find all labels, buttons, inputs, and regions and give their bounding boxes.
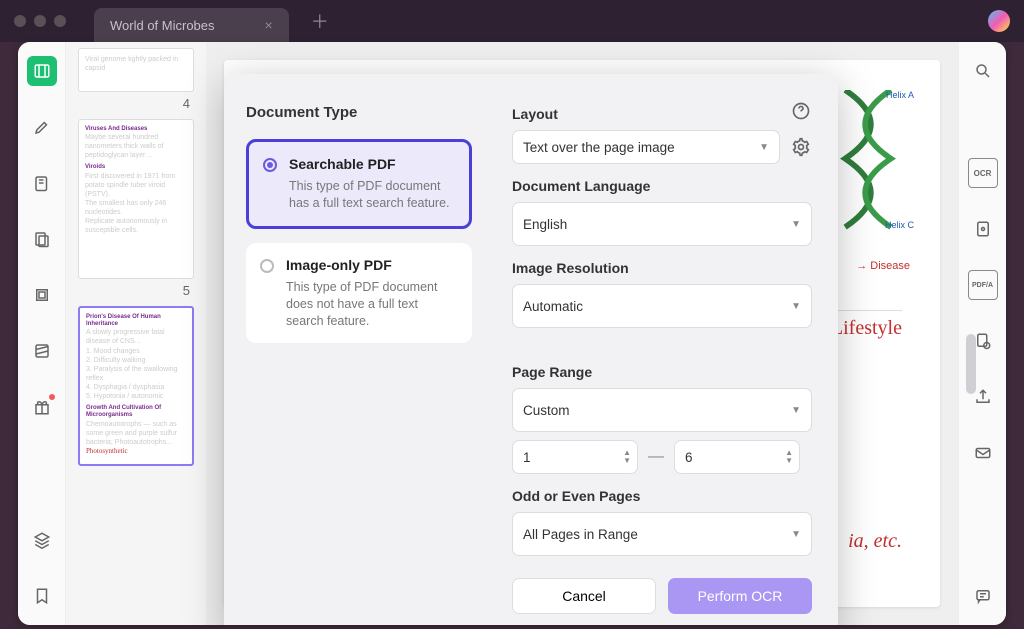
annotation-disease: → Disease [856,260,910,272]
odd-even-select[interactable]: All Pages in Range ▼ [512,512,812,556]
page-thumbnail-current[interactable]: Prion's Disease Of Human Inheritance A s… [78,306,194,466]
comment-icon[interactable] [968,581,998,611]
stepper-icon[interactable]: ▲▼ [785,449,793,465]
doctype-desc: This type of PDF document does not have … [286,279,458,330]
mail-icon[interactable] [968,438,998,468]
help-icon[interactable] [790,100,812,122]
chevron-down-icon: ▼ [759,142,769,153]
stamp-icon[interactable] [27,336,57,366]
library-icon[interactable] [27,56,57,86]
tab-title: World of Microbes [110,18,215,33]
new-tab-button[interactable]: ＋ [311,8,329,34]
document-tab[interactable]: World of Microbes × [94,8,289,42]
helix-label: Helix A [886,90,914,100]
doctype-title: Image-only PDF [286,257,458,273]
select-value: Automatic [523,299,583,314]
left-tool-rail [18,42,66,625]
doctype-image-only-pdf[interactable]: Image-only PDF This type of PDF document… [246,243,472,344]
close-window-button[interactable] [14,15,26,27]
right-tool-rail: OCR PDF/A [958,42,1006,625]
page-from-input[interactable]: 1 ▲▼ [512,440,638,474]
maximize-window-button[interactable] [54,15,66,27]
thumb-heading: Prion's Disease Of Human Inheritance [86,314,186,328]
resolution-select[interactable]: Automatic ▼ [512,284,812,328]
page-range-select[interactable]: Custom ▼ [512,388,812,432]
document-type-heading: Document Type [246,104,472,121]
page-icon[interactable] [968,214,998,244]
layout-label: Layout [512,106,780,122]
select-value: Text over the page image [523,140,675,155]
chevron-down-icon: ▼ [791,529,801,540]
close-tab-icon[interactable]: × [265,17,273,33]
perform-ocr-button[interactable]: Perform OCR [668,578,812,614]
helix-label: Helix C [885,220,914,230]
thumb-subheading: Viroids [85,164,187,171]
layout-select[interactable]: Text over the page image ▼ [512,130,780,164]
page-number-label: 5 [78,281,194,304]
language-select[interactable]: English ▼ [512,202,812,246]
modal-right-pane: Layout Text over the page image ▼ Docume… [494,74,838,625]
range-dash: — [648,448,664,466]
cancel-button[interactable]: Cancel [512,578,656,614]
search-icon[interactable] [968,56,998,86]
select-value: English [523,217,567,232]
language-label: Document Language [512,178,812,194]
titlebar: World of Microbes × ＋ [0,0,1024,42]
chevron-down-icon: ▼ [791,219,801,230]
thumb-text: Viral genome tightly packed in capsid [85,55,187,73]
notification-dot-icon [49,394,55,400]
minimize-window-button[interactable] [34,15,46,27]
pdfa-icon[interactable]: PDF/A [968,270,998,300]
page-thumbnails-panel: Viral genome tightly packed in capsid 4 … [66,42,206,625]
crop-icon[interactable] [27,280,57,310]
gift-icon[interactable] [27,392,57,422]
doctype-title: Searchable PDF [289,156,455,172]
page-thumbnail[interactable]: Viral genome tightly packed in capsid [78,48,194,92]
ocr-options-modal: Document Type Searchable PDF This type o… [224,74,838,625]
doctype-desc: This type of PDF document has a full tex… [289,178,455,212]
bookmark-icon[interactable] [27,581,57,611]
app-window: Viral genome tightly packed in capsid 4 … [18,42,1006,625]
input-value: 6 [685,450,693,465]
resolution-label: Image Resolution [512,260,812,276]
page-thumbnail[interactable]: Viruses And Diseases Maybe several hundr… [78,119,194,279]
radio-icon [260,259,274,273]
layers-icon[interactable] [27,525,57,555]
gear-icon[interactable] [790,136,812,158]
text-annotate-icon[interactable] [27,224,57,254]
highlighter-icon[interactable] [27,112,57,142]
user-avatar[interactable] [988,10,1010,32]
chevron-down-icon: ▼ [791,301,801,312]
modal-left-pane: Document Type Searchable PDF This type o… [224,74,494,625]
doctype-searchable-pdf[interactable]: Searchable PDF This type of PDF document… [246,139,472,229]
page-to-input[interactable]: 6 ▲▼ [674,440,800,474]
page-range-label: Page Range [512,364,812,380]
select-value: All Pages in Range [523,527,638,542]
chevron-down-icon: ▼ [791,405,801,416]
thumb-heading: Viruses And Diseases [85,126,187,133]
canvas-scrollbar[interactable] [966,334,976,394]
annotate-icon[interactable] [27,168,57,198]
window-traffic-lights [14,15,66,27]
ocr-badge-icon[interactable]: OCR [968,158,998,188]
thumb-subheading: Growth And Cultivation Of Microorganisms [86,405,186,419]
select-value: Custom [523,403,570,418]
radio-icon [263,158,277,172]
page-number-label: 4 [78,94,194,117]
odd-even-label: Odd or Even Pages [512,488,812,504]
stepper-icon[interactable]: ▲▼ [623,449,631,465]
input-value: 1 [523,450,531,465]
